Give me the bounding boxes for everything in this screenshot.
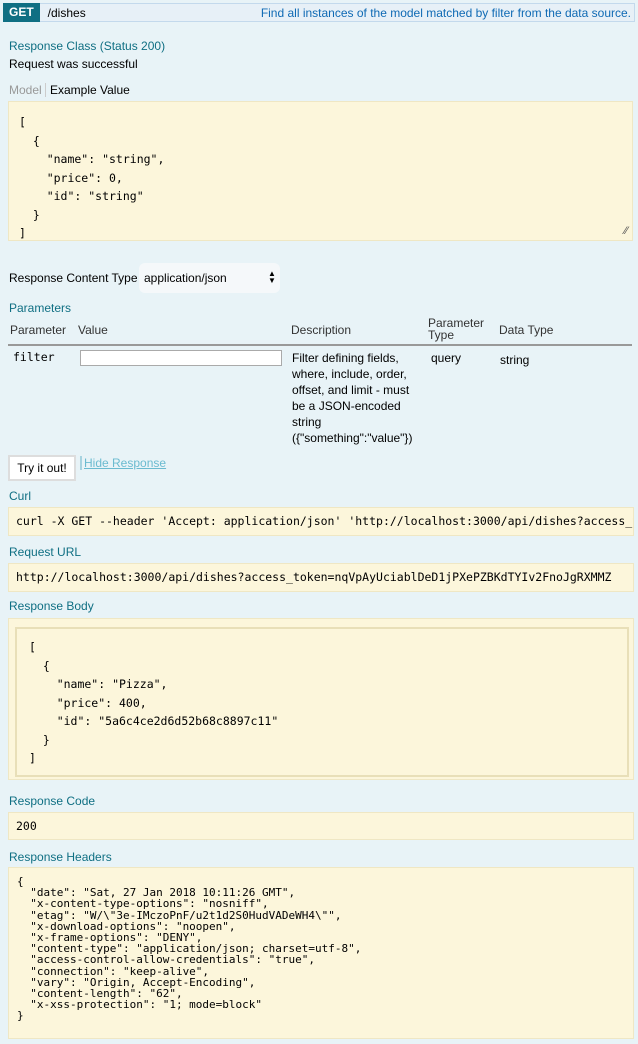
tab-example-value[interactable]: Example Value — [50, 83, 130, 97]
tab-model[interactable]: Model — [9, 83, 46, 97]
param-name: filter — [13, 350, 55, 364]
http-method-badge: GET — [3, 3, 40, 22]
response-body-box: [ { "name": "Pizza", "price": 400, "id":… — [15, 627, 629, 777]
param-description: Filter defining fields, where, include, … — [292, 351, 413, 445]
response-message: Request was successful — [9, 57, 138, 71]
response-code-box: 200 — [8, 812, 634, 840]
example-value-box: [ { "name": "string", "price": 0, "id": … — [8, 101, 633, 241]
operation-panel: GET /dishes Find all instances of the mo… — [0, 0, 638, 1044]
param-data-type: string — [500, 353, 530, 367]
col-data-type: Data Type — [499, 323, 554, 337]
parameters-title: Parameters — [9, 301, 72, 315]
table-header-divider — [8, 344, 632, 346]
response-code-title: Response Code — [9, 794, 96, 808]
content-type-select[interactable]: application/json — [139, 263, 280, 293]
response-body-container: [ { "name": "Pizza", "price": 400, "id":… — [8, 618, 634, 780]
endpoint-path[interactable]: /dishes — [48, 6, 86, 20]
response-headers-title: Response Headers — [9, 850, 112, 864]
try-it-out-button[interactable]: Try it out! — [8, 455, 76, 481]
hide-response-link[interactable]: Hide Response — [80, 456, 166, 470]
filter-input[interactable] — [80, 350, 282, 366]
response-body-title: Response Body — [9, 599, 94, 613]
response-class-title: Response Class (Status 200) — [9, 39, 166, 53]
col-description: Description — [291, 323, 352, 337]
example-json: [ { "name": "string", "price": 0, "id": … — [19, 115, 165, 240]
select-arrows-icon: ▲ ▼ — [268, 269, 276, 285]
col-parameter: Parameter — [10, 323, 67, 337]
resize-handle-icon[interactable]: ⁄⁄ — [624, 225, 628, 237]
content-type-label: Response Content Type — [9, 271, 138, 285]
curl-title: Curl — [9, 489, 32, 503]
operation-header[interactable]: GET /dishes Find all instances of the mo… — [3, 3, 635, 22]
endpoint-summary[interactable]: Find all instances of the model matched … — [261, 6, 631, 20]
request-url-box: http://localhost:3000/api/dishes?access_… — [8, 563, 634, 592]
response-headers-box: { "date": "Sat, 27 Jan 2018 10:11:26 GMT… — [8, 867, 634, 1039]
request-url-title: Request URL — [9, 545, 82, 559]
col-value: Value — [78, 323, 108, 337]
curl-box: curl -X GET --header 'Accept: applicatio… — [8, 507, 634, 536]
col-parameter-type: Parameter Type — [428, 316, 485, 342]
param-type: query — [431, 351, 462, 365]
